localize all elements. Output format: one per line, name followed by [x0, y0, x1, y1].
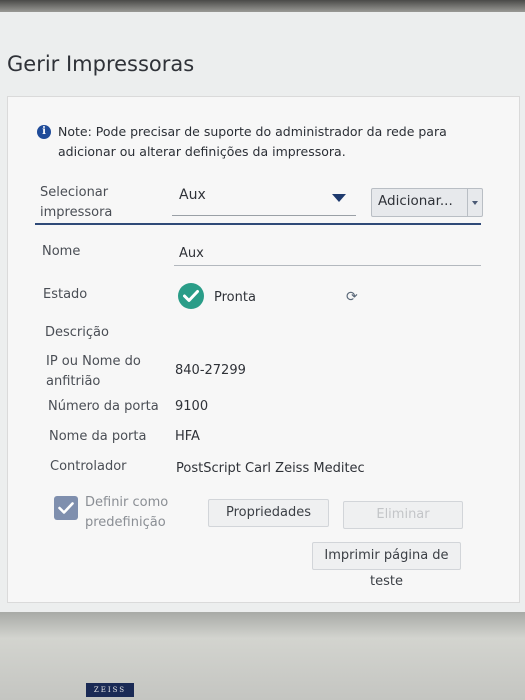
port-name-value: HFA [175, 429, 200, 444]
description-label: Descrição [45, 325, 109, 340]
port-number-label: Número da porta [48, 399, 159, 414]
note-message: i Note: Pode precisar de suporte do admi… [37, 122, 487, 162]
chevron-down-icon [472, 201, 478, 205]
name-field-underline [174, 265, 481, 266]
check-circle-icon [178, 283, 204, 309]
default-checkbox[interactable] [54, 496, 78, 520]
printer-select[interactable]: Aux [172, 177, 356, 216]
add-printer-label: Adicionar... [378, 193, 453, 209]
driver-value: PostScript Carl Zeiss Meditec [176, 461, 365, 476]
print-test-page-button[interactable]: Imprimir página de teste [312, 542, 461, 589]
printer-select-value: Aux [179, 187, 206, 203]
add-menu-toggle[interactable] [467, 189, 482, 216]
page-title: Gerir Impressoras [7, 52, 195, 76]
add-printer-button[interactable]: Adicionar... [371, 188, 483, 217]
delete-button[interactable]: Eliminar [343, 501, 463, 529]
select-printer-label: Selecionar impressora [40, 185, 113, 220]
printer-settings-panel: i Note: Pode precisar de suporte do admi… [7, 96, 520, 603]
name-label: Nome [42, 244, 81, 259]
chevron-down-icon[interactable] [332, 194, 346, 202]
monitor-bezel-top [0, 0, 525, 12]
port-number-value: 9100 [175, 399, 209, 414]
properties-button[interactable]: Propriedades [208, 499, 329, 527]
ip-value: 840-27299 [175, 363, 246, 378]
ip-label: IP ou Nome do anfitrião [46, 354, 141, 389]
info-icon: i [37, 125, 51, 139]
section-divider [35, 223, 481, 225]
default-checkbox-label: Definir como predefinição [85, 495, 169, 530]
refresh-icon[interactable]: ⟳ [346, 290, 360, 304]
status-value: Pronta [214, 290, 256, 305]
screen: Gerir Impressoras i Note: Pode precisar … [0, 12, 525, 612]
driver-label: Controlador [50, 459, 127, 474]
port-name-label: Nome da porta [49, 429, 147, 444]
status-label: Estado [43, 287, 88, 302]
monitor-bezel-bottom [0, 612, 525, 700]
note-text: Note: Pode precisar de suporte do admini… [58, 124, 447, 159]
brand-logo: ZEISS [86, 683, 134, 697]
name-field[interactable]: Aux [179, 244, 204, 264]
